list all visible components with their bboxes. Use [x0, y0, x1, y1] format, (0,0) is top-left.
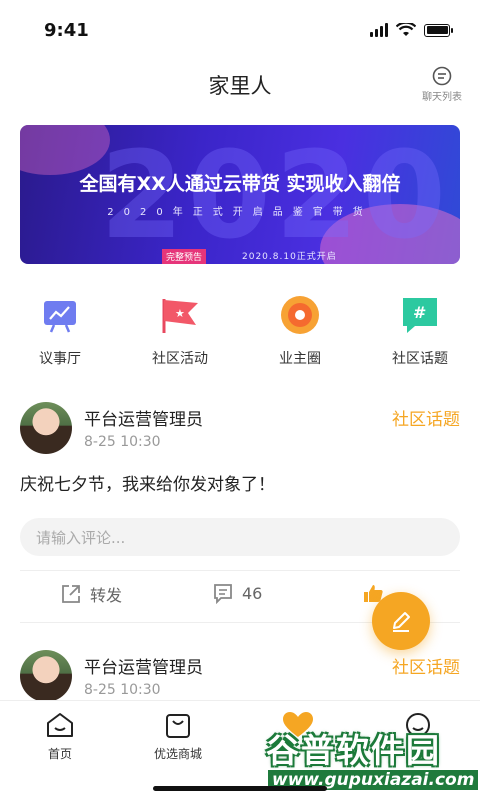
promo-banner[interactable]: 2020 全国有XX人通过云带货 实现收入翻倍 2020年正式开启品鉴官带货 完… — [20, 125, 460, 264]
quick-link-community-events[interactable]: ★ 社区活动 — [120, 292, 240, 368]
svg-text:#: # — [413, 303, 426, 322]
comment-input[interactable]: 请输入评论... — [20, 518, 460, 556]
battery-icon — [424, 23, 453, 37]
avatar[interactable] — [20, 402, 72, 454]
share-button[interactable]: 转发 — [60, 582, 122, 606]
post-text: 庆祝七夕节，我来给你发对象了！ — [20, 475, 275, 495]
pencil-icon — [393, 612, 410, 632]
banner-decoration — [20, 125, 110, 175]
post-header: 平台运营管理员 8-25 10:30 社区话题 — [0, 402, 480, 460]
comment-count: 46 — [242, 583, 263, 603]
post-topic-link[interactable]: 社区话题 — [392, 405, 460, 430]
tab-home[interactable]: 首页 — [20, 711, 100, 762]
status-bar: 9:41 — [0, 0, 480, 60]
post-time: 8-25 10:30 — [84, 434, 161, 450]
tab-label: 优选商城 — [153, 747, 202, 761]
nav-bar: 家里人 聊天列表 — [0, 60, 480, 110]
post-author[interactable]: 平台运营管理员 — [84, 405, 203, 430]
watermark-title: 谷普软件园 — [266, 731, 441, 770]
circle-icon — [277, 292, 323, 338]
home-indicator — [153, 786, 327, 791]
cellular-signal-icon — [370, 23, 388, 37]
quick-link-label: 议事厅 — [39, 351, 81, 367]
comment-icon — [214, 584, 232, 604]
chat-list-icon — [432, 66, 452, 86]
avatar[interactable] — [20, 650, 72, 702]
flag-icon: ★ — [157, 292, 203, 338]
banner-date: 2020.8.10正式开启 — [242, 252, 337, 262]
home-icon — [47, 713, 73, 737]
banner-headline: 全国有XX人通过云带货 实现收入翻倍 — [79, 173, 401, 195]
quick-link-assembly-hall[interactable]: 议事厅 — [0, 292, 120, 368]
quick-link-community-topics[interactable]: # 社区话题 — [360, 292, 480, 368]
post-topic-link[interactable]: 社区话题 — [392, 653, 460, 678]
banner-subline: 2020年正式开启品鉴官带货 — [107, 207, 373, 218]
svg-text:★: ★ — [175, 307, 185, 320]
hashtag-icon: # — [397, 292, 443, 338]
quick-link-label: 社区话题 — [392, 351, 448, 367]
quick-links: 议事厅 ★ 社区活动 业主圈 # 社区话题 — [0, 292, 480, 368]
comment-button[interactable]: 46 — [212, 582, 262, 604]
quick-link-owner-circle[interactable]: 业主圈 — [240, 292, 360, 368]
divider — [20, 570, 460, 571]
post-card: 平台运营管理员 8-25 10:30 社区话题 庆祝七夕节，我来给你发对象了！ … — [0, 402, 480, 623]
tab-mall[interactable]: 优选商城 — [138, 711, 218, 762]
quick-link-label: 社区活动 — [152, 351, 208, 367]
banner-tag: 完整预告 — [162, 249, 207, 264]
compose-post-button[interactable] — [372, 592, 430, 650]
chat-list-button[interactable]: 聊天列表 — [422, 66, 462, 103]
post-time: 8-25 10:30 — [84, 682, 161, 698]
share-icon — [62, 585, 80, 603]
chat-list-label: 聊天列表 — [422, 92, 462, 103]
status-icons — [370, 23, 453, 37]
post-author[interactable]: 平台运营管理员 — [84, 653, 203, 678]
shopping-bag-icon — [166, 714, 190, 738]
tab-label: 首页 — [47, 747, 72, 761]
presentation-board-icon — [37, 292, 83, 338]
share-label: 转发 — [90, 586, 123, 605]
wifi-icon — [396, 23, 416, 36]
page-title: 家里人 — [208, 74, 272, 98]
quick-link-label: 业主圈 — [279, 351, 321, 367]
status-time: 9:41 — [44, 19, 89, 41]
banner-year-graphic: 2020 — [100, 127, 450, 264]
